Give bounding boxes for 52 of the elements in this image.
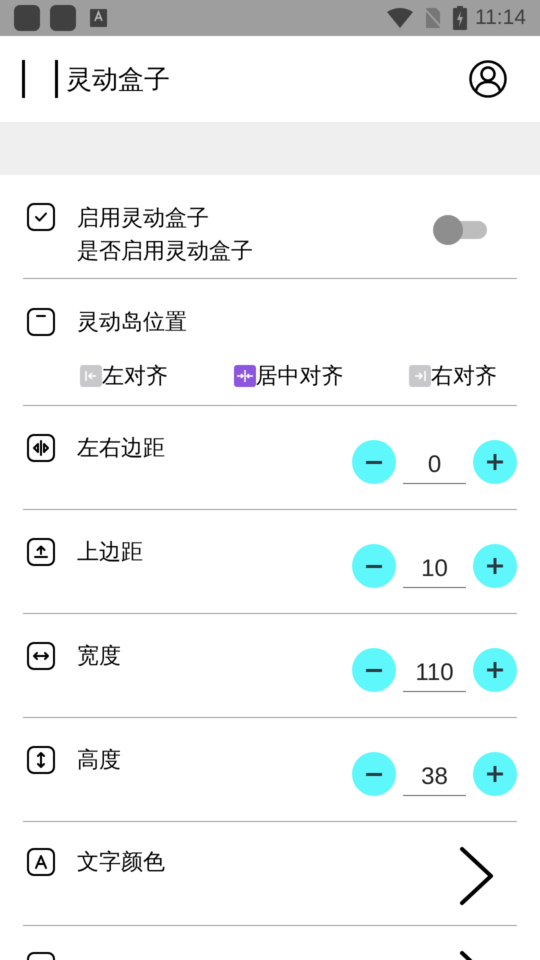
setting-title: 左右边距 [77,434,165,462]
app-notification-icon [14,5,40,31]
decrease-button[interactable] [352,440,396,484]
decrease-button[interactable] [352,544,396,588]
setting-title: 启用灵动盒子 [77,204,210,232]
battery-charging-icon [453,6,467,30]
setting-title: 上边距 [77,538,143,566]
setting-title: 高度 [77,746,121,774]
setting-title: 灵动岛位置 [77,308,187,336]
check-icon [27,203,55,231]
text-icon [27,848,55,876]
plus-icon [486,453,504,471]
minus-icon [365,460,383,464]
increase-button[interactable] [473,648,517,692]
plus-icon [486,765,504,783]
setting-description: 是否启用灵动盒子 [77,237,253,265]
height-icon [27,746,55,774]
plus-icon [486,557,504,575]
alignment-option[interactable]: 居中对齐 [234,362,344,390]
no-sim-icon [423,7,443,29]
keyboard-icon [90,9,107,27]
wifi-icon [387,8,413,28]
minus-icon [365,772,383,776]
profile-icon[interactable] [469,60,507,98]
value-field[interactable]: 38 [403,752,466,796]
alignment-icon [80,365,102,387]
value-field[interactable]: 0 [403,440,466,484]
minus-icon [365,564,383,568]
app-notification-icon [50,5,76,31]
value-field[interactable]: 110 [403,648,466,692]
horizontal-arrows-icon [27,434,55,462]
value-field[interactable]: 10 [403,544,466,588]
alignment-option[interactable]: 左对齐 [80,362,168,390]
clock-time: 11:14 [475,5,526,32]
island-icon [27,308,55,336]
chevron-right-icon[interactable] [459,846,495,906]
decrease-button[interactable] [352,648,396,692]
minus-icon [365,668,383,672]
width-icon [27,642,55,670]
toggle-switch[interactable] [433,215,489,245]
menu-button[interactable] [22,60,58,98]
alignment-icon [409,365,431,387]
app-title: 灵动盒子 [66,62,170,96]
setting-title: 宽度 [77,642,121,670]
increase-button[interactable] [473,440,517,484]
alignment-option[interactable]: 右对齐 [409,362,497,390]
decrease-button[interactable] [352,752,396,796]
alignment-icon [234,365,256,387]
increase-button[interactable] [473,544,517,588]
increase-button[interactable] [473,752,517,796]
setting-title: 文字颜色 [77,848,165,876]
plus-icon [486,661,504,679]
